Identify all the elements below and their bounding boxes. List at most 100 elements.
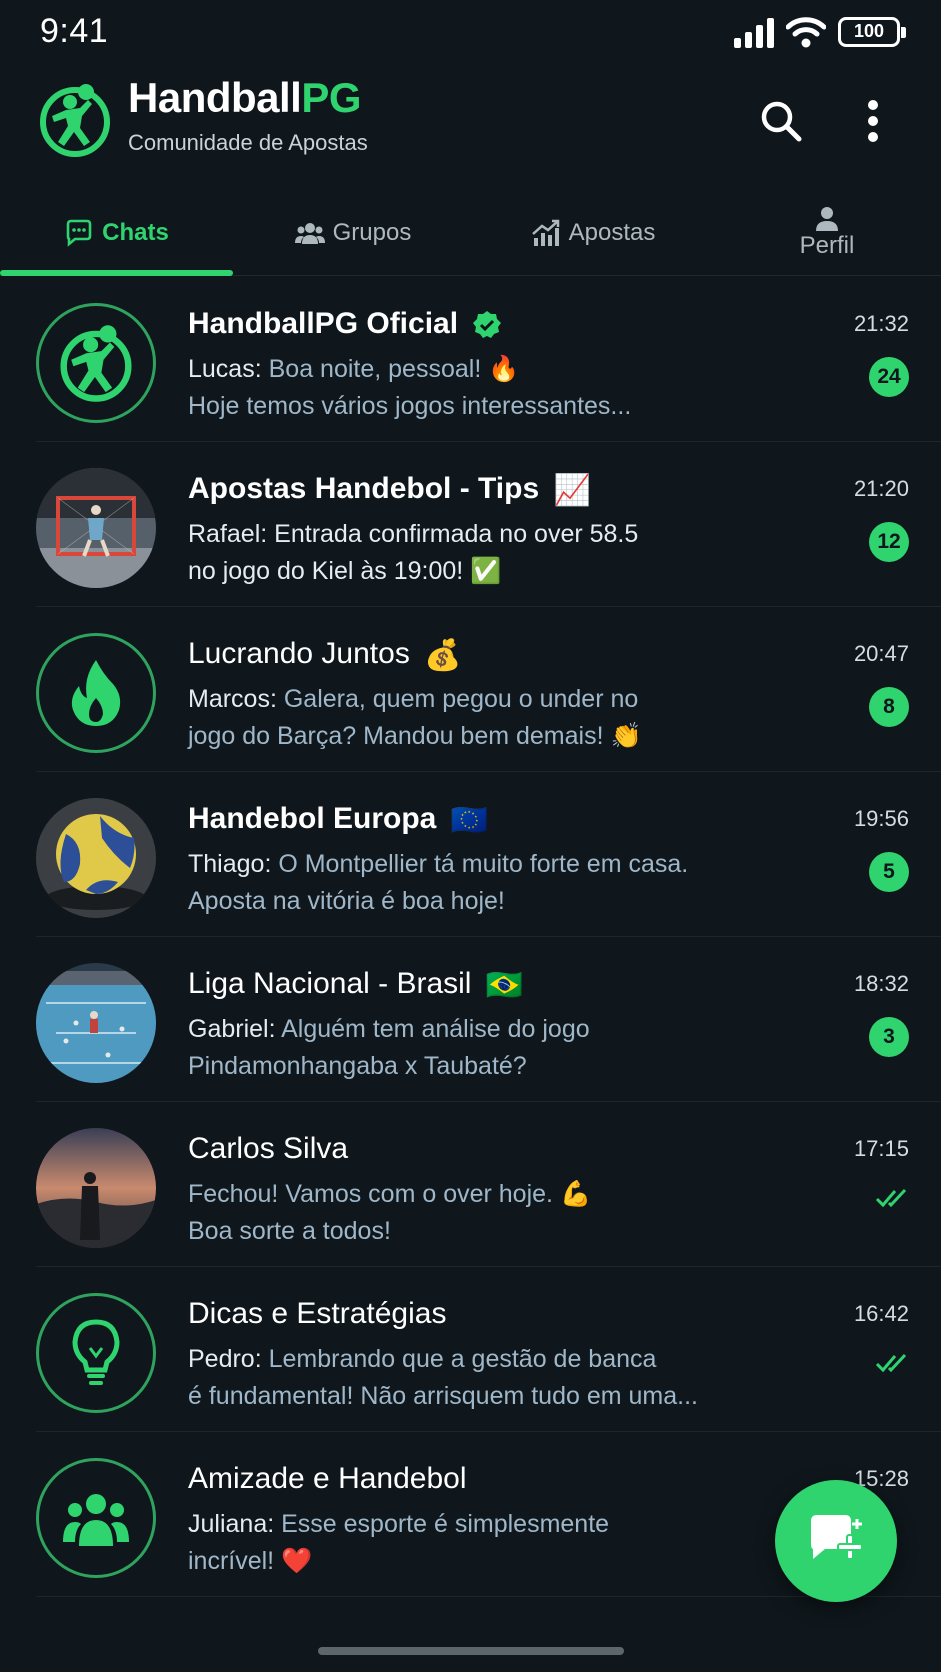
chat-name-text: Handebol Europa bbox=[188, 802, 437, 835]
tab-perfil[interactable]: Perfil bbox=[713, 190, 941, 276]
home-indicator bbox=[318, 1647, 624, 1655]
goal-photo-icon bbox=[36, 468, 156, 588]
avatar bbox=[36, 1128, 156, 1248]
verified-icon bbox=[473, 311, 502, 339]
lightbulb-icon bbox=[72, 1319, 120, 1385]
chat-item-dicas-e-estrategias[interactable]: Dicas e Estratégias Pedro: Lembrando que… bbox=[36, 1267, 941, 1432]
message-preview-line2: Boa sorte a todos! bbox=[188, 1217, 391, 1245]
heart-emoji-icon: ❤️ bbox=[281, 1547, 313, 1575]
chat-item-liga-nacional-brasil[interactable]: Liga Nacional - Brasil 🇧🇷 Gabriel: Algué… bbox=[36, 937, 941, 1102]
unread-badge: 24 bbox=[869, 357, 909, 397]
chat-name: Carlos Silva bbox=[188, 1132, 349, 1165]
chat-name: Dicas e Estratégias bbox=[188, 1297, 447, 1330]
chat-item-lucrando-juntos[interactable]: Lucrando Juntos 💰 Marcos: Galera, quem p… bbox=[36, 607, 941, 772]
chat-item-carlos-silva[interactable]: Carlos Silva Fechou! Vamos com o over ho… bbox=[36, 1102, 941, 1267]
chat-name: Amizade e Handebol bbox=[188, 1462, 467, 1495]
tab-chats[interactable]: Chats bbox=[0, 190, 233, 276]
chat-time: 18:32 bbox=[853, 971, 909, 996]
tab-apostas[interactable]: Apostas bbox=[473, 190, 713, 276]
app-title-accent: PG bbox=[301, 74, 362, 121]
app-title-main: Handball bbox=[128, 74, 302, 121]
chat-name-text: HandballPG Oficial bbox=[188, 307, 459, 340]
message-text-line2: no jogo do Kiel às 19:00! bbox=[188, 557, 471, 585]
message-preview: Gabriel: Alguém tem análise do jogo bbox=[188, 1015, 590, 1044]
app-screen: 9:41 100 HandballPG Comunidade de Aposta… bbox=[0, 0, 941, 1672]
signal-icon bbox=[734, 18, 774, 48]
money-bag-emoji-icon: 💰 bbox=[424, 638, 462, 672]
sunset-photo-icon bbox=[36, 1128, 156, 1248]
message-text-line2: jogo do Barça? Mandou bem demais! bbox=[188, 722, 611, 750]
handball-logo-icon bbox=[40, 84, 110, 157]
message-preview: Juliana: Esse esporte é simplesmente bbox=[188, 1510, 609, 1539]
sender-name: Marcos: bbox=[188, 685, 277, 713]
battery-level: 100 bbox=[853, 21, 885, 41]
chat-name-text: Apostas Handebol - Tips bbox=[188, 472, 540, 505]
sender-name: Rafael: bbox=[188, 520, 268, 548]
unread-badge: 12 bbox=[869, 522, 909, 562]
message-text: Alguém tem análise do jogo bbox=[275, 1015, 590, 1043]
chat-time: 19:56 bbox=[853, 806, 909, 831]
sender-name: Juliana: bbox=[188, 1510, 275, 1538]
active-tab-indicator bbox=[0, 270, 233, 276]
sender-name: Thiago: bbox=[188, 850, 272, 878]
search-icon bbox=[761, 101, 802, 142]
message-text: Entrada confirmada no over 58.5 bbox=[267, 520, 639, 548]
more-options-button[interactable] bbox=[846, 94, 900, 148]
tab-chats-label: Chats bbox=[102, 219, 169, 246]
chart-emoji-icon: 📈 bbox=[553, 473, 591, 507]
chat-item-apostas-handebol-tips[interactable]: Apostas Handebol - Tips 📈 Rafael: Entrad… bbox=[36, 442, 941, 607]
tab-bar: Chats Grupos Apostas Perfil bbox=[0, 190, 941, 276]
message-preview: Thiago: O Montpellier tá muito forte em … bbox=[188, 850, 688, 879]
message-preview-line2: no jogo do Kiel às 19:00! ✅ bbox=[188, 557, 501, 586]
search-button[interactable] bbox=[754, 94, 808, 148]
chat-name-text: Liga Nacional - Brasil bbox=[188, 967, 472, 1000]
chat-item-handebol-europa[interactable]: Handebol Europa 🇪🇺 Thiago: O Montpellier… bbox=[36, 772, 941, 937]
chat-name: Handebol Europa 🇪🇺 bbox=[188, 802, 488, 838]
message-text: Fechou! Vamos com o over hoje. bbox=[188, 1180, 560, 1208]
unread-badge: 3 bbox=[869, 1017, 909, 1057]
tab-perfil-label: Perfil bbox=[799, 232, 855, 259]
message-preview: Marcos: Galera, quem pegou o under no bbox=[188, 685, 638, 714]
app-header: HandballPG Comunidade de Apostas bbox=[0, 64, 941, 184]
tab-grupos[interactable]: Grupos bbox=[233, 190, 473, 276]
message-preview: Rafael: Entrada confirmada no over 58.5 bbox=[188, 520, 638, 549]
chat-time: 21:20 bbox=[853, 476, 909, 501]
new-chat-icon bbox=[811, 1515, 863, 1560]
handball-logo-icon bbox=[60, 325, 132, 402]
message-preview-line2: jogo do Barça? Mandou bem demais! 👏 bbox=[188, 722, 642, 751]
status-bar: 9:41 100 bbox=[0, 0, 941, 64]
avatar bbox=[36, 303, 156, 423]
groups-icon bbox=[294, 223, 325, 244]
brazil-flag-emoji-icon: 🇧🇷 bbox=[485, 968, 524, 1002]
tab-grupos-label: Grupos bbox=[332, 219, 412, 246]
new-chat-button[interactable] bbox=[775, 1480, 897, 1602]
message-preview-line2: Aposta na vitória é boa hoje! bbox=[188, 887, 505, 915]
battery-icon: 100 bbox=[838, 17, 906, 47]
fire-icon bbox=[71, 660, 121, 726]
eu-flag-emoji-icon: 🇪🇺 bbox=[450, 803, 489, 837]
sender-name: Lucas: bbox=[188, 355, 262, 383]
message-preview: Lucas: Boa noite, pessoal! 🔥 bbox=[188, 355, 519, 384]
status-time: 9:41 bbox=[40, 12, 109, 50]
wifi-icon bbox=[786, 17, 826, 48]
chat-name: HandballPG Oficial bbox=[188, 307, 502, 341]
message-preview-line2: incrível! ❤️ bbox=[188, 1547, 312, 1576]
avatar bbox=[36, 963, 156, 1083]
message-text: Boa noite, pessoal! bbox=[261, 355, 489, 383]
unread-badge: 5 bbox=[869, 852, 909, 892]
check-emoji-icon: ✅ bbox=[470, 557, 502, 585]
message-preview-line2: é fundamental! Não arrisquem tudo em uma… bbox=[188, 1382, 698, 1410]
sender-name: Pedro: bbox=[188, 1345, 262, 1373]
court-photo-icon bbox=[36, 963, 156, 1083]
handball-photo-icon bbox=[36, 798, 156, 918]
tab-apostas-label: Apostas bbox=[568, 219, 656, 246]
chat-time: 20:47 bbox=[853, 641, 909, 666]
message-text: O Montpellier tá muito forte em casa. bbox=[271, 850, 689, 878]
avatar bbox=[36, 633, 156, 753]
people-icon bbox=[63, 1494, 129, 1546]
fire-emoji-icon: 🔥 bbox=[488, 355, 520, 383]
avatar bbox=[36, 1293, 156, 1413]
message-preview-line2: Pindamonhangaba x Taubaté? bbox=[188, 1052, 527, 1080]
chat-time: 16:42 bbox=[853, 1301, 909, 1326]
chat-item-handballpg-oficial[interactable]: HandballPG Oficial Lucas: Boa noite, pes… bbox=[36, 277, 941, 442]
